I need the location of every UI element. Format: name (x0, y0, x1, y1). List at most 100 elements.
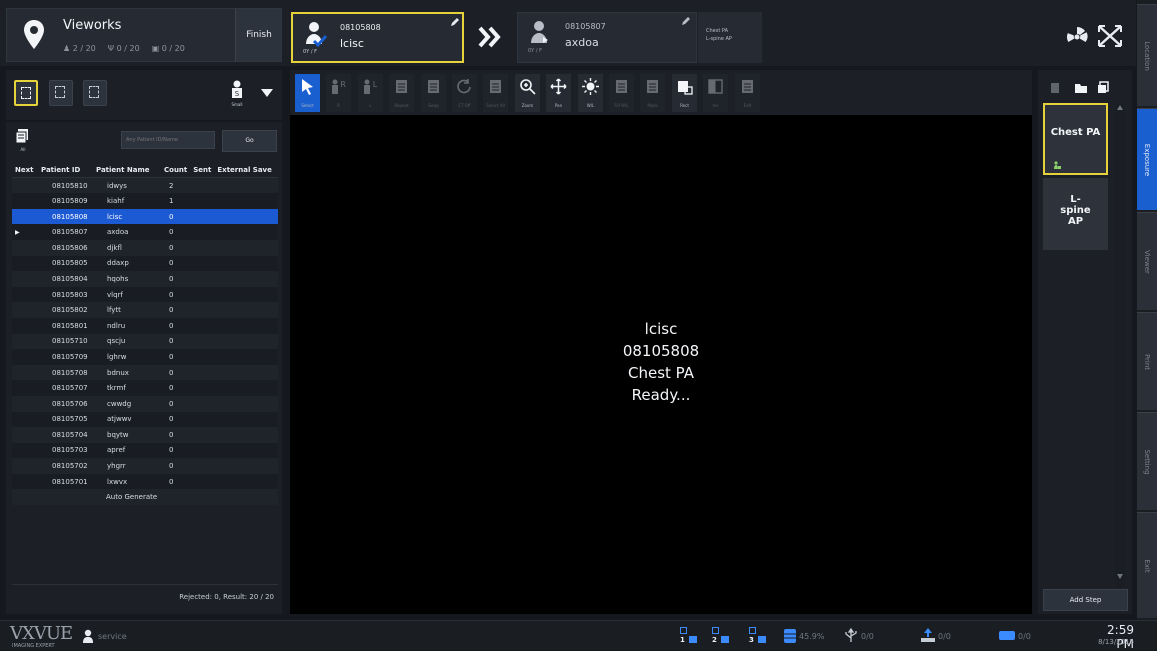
tool-edit-button[interactable]: Edit (735, 74, 760, 112)
auto-generate-button[interactable]: Auto Generate (12, 489, 278, 506)
column-header[interactable]: Patient ID (38, 162, 93, 179)
location-counters: ♟ 2 / 20 Ψ 0 / 20 ▣ 0 / 20 (63, 44, 185, 53)
table-row[interactable]: 08105704 bqytw 0 (12, 427, 278, 443)
tool-mask-button[interactable]: Mask (640, 74, 665, 112)
layout-1-button[interactable] (14, 80, 38, 106)
select-all-icon (490, 80, 501, 93)
table-row[interactable]: 08105702 yhgrr 0 (12, 458, 278, 474)
finish-button[interactable]: Finish (235, 9, 282, 61)
radiation-icon[interactable] (1064, 24, 1090, 48)
table-row[interactable]: 08105805 ddaxp 0 (12, 255, 278, 272)
copy-icon[interactable] (1097, 81, 1109, 94)
table-row[interactable]: 08105705 atjwwv 0 (12, 411, 278, 428)
location-title: Vieworks (63, 18, 122, 33)
edit-pencil-icon[interactable] (450, 17, 460, 27)
size-selector[interactable]: S Small (226, 80, 248, 108)
rotate-icon (457, 79, 471, 94)
tool-pan-button[interactable]: Pan (546, 74, 571, 112)
tool-w-l-button[interactable]: W/L (578, 74, 603, 112)
step-l-spine-ap[interactable]: L-spine AP (1043, 178, 1108, 250)
table-row[interactable]: 08105806 djkfl 0 (12, 239, 278, 256)
slot-2-icon[interactable]: 2 (712, 627, 730, 645)
tool-select-button[interactable]: Select (295, 74, 320, 112)
column-header[interactable]: Next (12, 162, 38, 179)
patient-search-input[interactable] (121, 131, 215, 149)
tool-inv-button[interactable]: Inv (703, 74, 728, 112)
next-patient-card[interactable]: 0Y / F 08105807 axdoa (517, 12, 697, 63)
nav-tab-print[interactable]: Print (1137, 312, 1157, 410)
table-row[interactable]: 08105802 lfytt 0 (12, 302, 278, 318)
scroll-down-icon[interactable] (1117, 574, 1123, 579)
patient-id-cell: 08105709 (38, 349, 93, 365)
usb-icon (845, 627, 857, 642)
current-patient-card[interactable]: 0Y / F 08105808 lcisc (291, 12, 464, 63)
patient-id-cell: 08105807 (38, 224, 93, 240)
table-row[interactable]: 08105710 qscju 0 (12, 333, 278, 350)
steps-scrollbar[interactable] (1115, 103, 1125, 587)
column-header[interactable]: Patient Name (93, 162, 161, 179)
image-viewer[interactable]: lcisc 08105808 Chest PA Ready... (290, 115, 1032, 614)
tool-select-all-button[interactable]: Select All (483, 74, 508, 112)
nav-tab-location[interactable]: Location (1137, 4, 1157, 106)
table-row[interactable]: 08105701 lxwvx 0 (12, 473, 278, 490)
sent-cell (190, 364, 215, 381)
table-row[interactable]: 08105810 idwys 2 (12, 177, 278, 194)
nav-tab-setting[interactable]: Setting (1137, 412, 1157, 510)
table-row[interactable]: 08105804 hqohs 0 (12, 271, 278, 287)
tool-ct-off-button[interactable]: CT-Off (452, 74, 477, 112)
table-row[interactable]: 08105803 vlqrf 0 (12, 286, 278, 303)
folder-icon[interactable] (1074, 82, 1088, 94)
table-row[interactable]: 08105708 bdnux 0 (12, 364, 278, 381)
column-header[interactable]: Sent (190, 162, 215, 179)
table-row[interactable]: 08105706 cwwdg 0 (12, 395, 278, 412)
disk-icon (784, 629, 796, 643)
next-marker-cell (12, 302, 38, 318)
fullscreen-icon[interactable] (1097, 24, 1123, 48)
count-cell: 0 (161, 271, 191, 287)
current-patient-name: lcisc (340, 37, 364, 50)
cursor-icon (302, 79, 313, 95)
external-save-cell (214, 255, 278, 272)
list-icon[interactable] (1050, 82, 1060, 94)
count-cell: 0 (161, 302, 191, 318)
nav-tab-exposure[interactable]: Exposure (1137, 108, 1157, 210)
marker-l-icon: L (364, 79, 378, 94)
table-row[interactable]: ▶ 08105807 axdoa 0 (12, 224, 278, 240)
tool-swap-button[interactable]: Swap (421, 74, 446, 112)
sent-cell (190, 271, 215, 287)
count-cell: 0 (161, 317, 191, 334)
go-button[interactable]: Go (222, 130, 277, 152)
next-marker-cell (12, 411, 38, 428)
scroll-up-icon[interactable] (1117, 105, 1123, 110)
nav-tab-exit[interactable]: Exit (1137, 512, 1157, 618)
tool-l-button[interactable]: LL (358, 74, 383, 112)
layout-3-button[interactable] (83, 80, 107, 106)
table-row[interactable]: 08105809 kiahf 1 (12, 193, 278, 209)
column-header[interactable]: Count (161, 162, 191, 179)
chevron-down-icon[interactable] (260, 88, 274, 98)
column-header[interactable]: External Save (214, 162, 278, 179)
tool-repeat-button[interactable]: Repeat (389, 74, 414, 112)
add-step-button[interactable]: Add Step (1043, 589, 1128, 611)
tool-zoom-button[interactable]: Zoom (515, 74, 540, 112)
table-row[interactable]: 08105808 lcisc 0 (12, 208, 278, 225)
tool-r-button[interactable]: RR (326, 74, 351, 112)
edit-pencil-icon[interactable] (681, 16, 691, 26)
table-row[interactable]: 08105709 lghrw 0 (12, 349, 278, 365)
tool-rect-button[interactable]: Rect (672, 74, 697, 112)
auto-generate-row[interactable]: Auto Generate (12, 489, 278, 506)
step-chest-pa[interactable]: Chest PA (1043, 103, 1108, 175)
slot-3-icon[interactable]: 3 (749, 627, 767, 645)
patient-name-cell: lcisc (93, 208, 161, 225)
layout-2-button[interactable] (49, 80, 73, 106)
nav-tab-viewer[interactable]: Viewer (1137, 212, 1157, 310)
next-patient-arrow-icon[interactable] (478, 26, 502, 48)
tool-fill-w-l-button[interactable]: Fill W/L (609, 74, 634, 112)
table-row[interactable]: 08105801 ndlru 0 (12, 317, 278, 334)
filter-button[interactable]: All (12, 127, 34, 155)
table-row[interactable]: 08105703 apref 0 (12, 442, 278, 459)
external-save-cell (214, 411, 278, 428)
slot-1-icon[interactable]: 1 (680, 627, 698, 645)
table-row[interactable]: 08105707 tkrmf 0 (12, 380, 278, 396)
age-sex-badge: 0Y / F (303, 49, 317, 55)
